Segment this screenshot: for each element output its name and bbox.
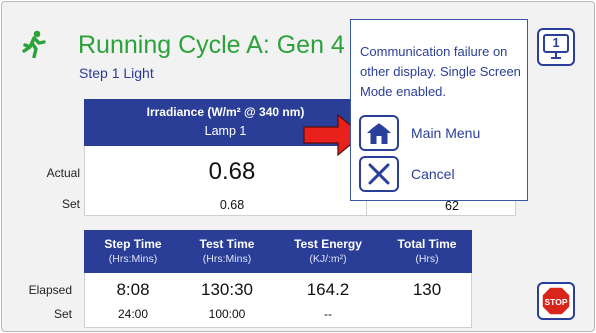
elapsed-label: Elapsed bbox=[28, 283, 72, 297]
time-column-title: Test Time bbox=[199, 237, 255, 251]
set-label: Set bbox=[61, 197, 80, 211]
time-elapsed-value: 8:08 bbox=[116, 280, 150, 299]
times-set-label: Set bbox=[53, 307, 72, 321]
time-elapsed-value: 130 bbox=[412, 280, 442, 299]
irradiance-set-value: 0.68 bbox=[219, 198, 245, 212]
home-icon bbox=[367, 121, 391, 144]
step-subtitle: Step 1 Light bbox=[79, 65, 154, 81]
time-column-unit: (KJ/:m²) bbox=[309, 253, 347, 265]
time-elapsed-value: 130:30 bbox=[201, 280, 253, 299]
page-title: Running Cycle A: Gen 4 bbox=[78, 31, 345, 59]
time-column-unit: (Hrs:Mins) bbox=[108, 253, 158, 265]
time-column-title: Test Energy bbox=[294, 237, 362, 251]
main-menu-label[interactable]: Main Menu bbox=[411, 125, 480, 141]
dialog-message: Communication failure on other display. … bbox=[360, 44, 521, 99]
right-panel-set-value: 62 bbox=[445, 199, 459, 213]
time-set-value: 24:00 bbox=[117, 307, 149, 321]
time-set-value: -- bbox=[324, 307, 332, 321]
close-icon bbox=[368, 163, 390, 185]
single-screen-icon[interactable]: 1 bbox=[537, 28, 575, 66]
time-elapsed-value: 164.2 bbox=[306, 280, 350, 299]
time-column-unit: (Hrs:Mins) bbox=[202, 253, 252, 265]
stop-sign-icon: STOP bbox=[541, 286, 571, 316]
actual-label: Actual bbox=[46, 166, 80, 180]
stop-button[interactable]: STOP bbox=[537, 282, 575, 320]
screen-number: 1 bbox=[552, 35, 560, 50]
main-menu-button[interactable] bbox=[359, 115, 399, 151]
running-person-icon bbox=[22, 30, 46, 58]
communication-failure-dialog: Communication failure on other display. … bbox=[350, 19, 528, 201]
time-set-value: 100:00 bbox=[208, 307, 246, 321]
irradiance-actual-value: 0.68 bbox=[208, 158, 256, 185]
cancel-button[interactable] bbox=[359, 156, 399, 192]
cancel-label[interactable]: Cancel bbox=[411, 166, 455, 182]
time-column-unit: (Hrs) bbox=[415, 253, 439, 265]
time-column-title: Step Time bbox=[104, 237, 162, 251]
main-screen: Running Cycle A: Gen 4 Step 1 Light Irra… bbox=[1, 1, 595, 332]
stop-label: STOP bbox=[545, 297, 568, 307]
time-column-title: Total Time bbox=[397, 237, 457, 251]
